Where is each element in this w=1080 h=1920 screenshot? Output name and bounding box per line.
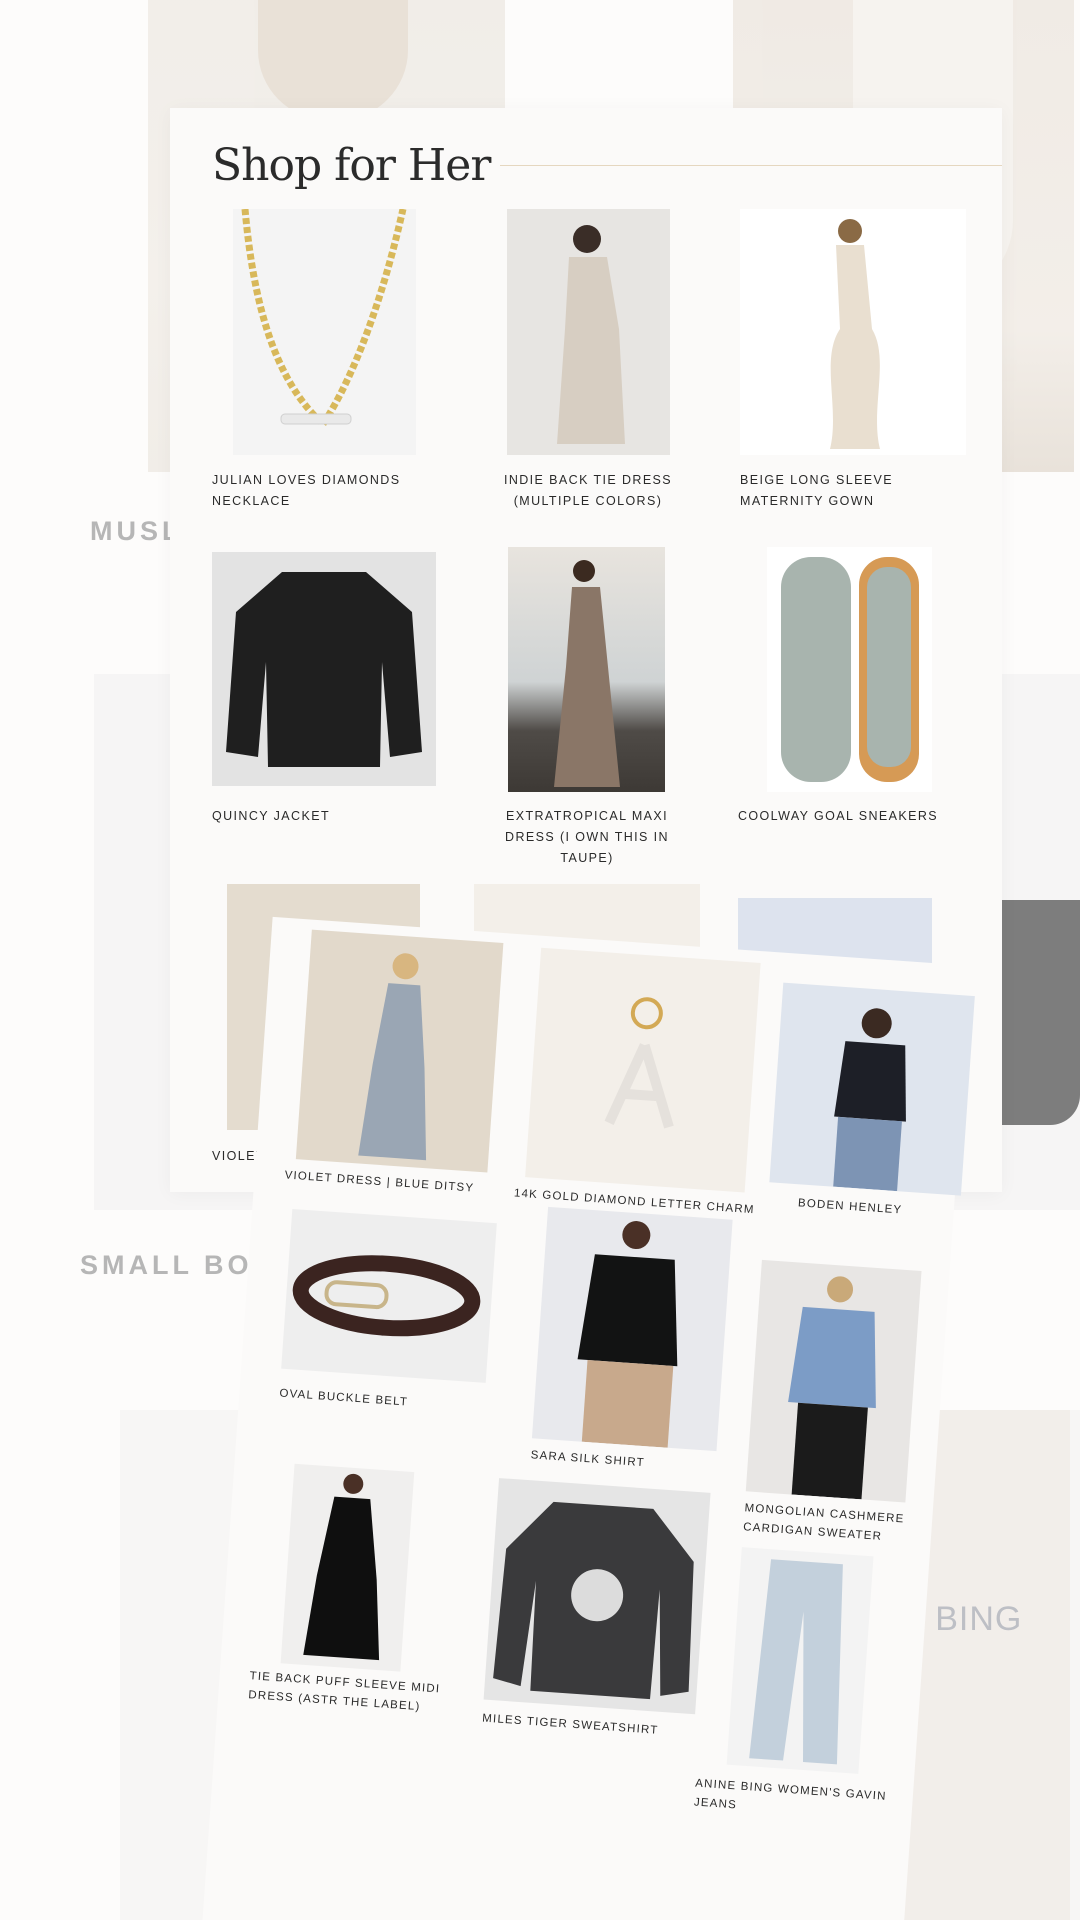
product-label[interactable]: QUINCY JACKET — [212, 806, 432, 827]
puff-sleeve-dress-image[interactable] — [280, 1463, 415, 1672]
violet-dress-ditsy-image[interactable] — [295, 929, 504, 1173]
title-divider — [500, 164, 1002, 166]
gavin-jeans-image[interactable] — [726, 1547, 874, 1774]
product-label-line-2[interactable]: JEANS — [693, 1793, 737, 1815]
denim-jacket-icon — [226, 572, 422, 767]
buckle-belt-icon — [292, 1255, 481, 1337]
jacket-image[interactable] — [212, 552, 436, 786]
jeans-icon — [749, 1559, 843, 1765]
woman-blue-dress-icon — [358, 953, 427, 1161]
woman-maxi-dress-icon — [554, 560, 620, 787]
page-title: Shop for Her — [212, 139, 491, 191]
woman-cardigan-icon — [788, 1276, 876, 1500]
woman-silk-shirt-icon — [577, 1221, 678, 1448]
tiger-sweatshirt-image[interactable] — [483, 1478, 711, 1715]
sneakers-image[interactable] — [767, 547, 932, 792]
product-label[interactable]: JULIAN LOVES DIAMONDS NECKLACE — [212, 470, 432, 512]
card-header: Shop for Her — [212, 130, 1002, 200]
maxi-dress-image[interactable] — [508, 547, 665, 792]
dress-image[interactable] — [507, 209, 670, 455]
gown-image[interactable] — [740, 209, 966, 455]
necklace-icon — [241, 209, 407, 430]
silk-shirt-image[interactable] — [531, 1206, 733, 1452]
product-label[interactable]: EXTRATROPICAL MAXI DRESS (I OWN THIS IN … — [482, 806, 692, 869]
product-label[interactable]: BEIGE LONG SLEEVE MATERNITY GOWN — [740, 470, 920, 512]
product-label[interactable]: INDIE BACK TIE DRESS (MULTIPLE COLORS) — [498, 470, 678, 512]
belt-image[interactable] — [281, 1208, 497, 1383]
woman-dress-icon — [557, 225, 625, 444]
background-photo-dark — [1002, 900, 1080, 1125]
overlay-collage: VIOLET DRESS | BLUE DITSY 14K GOLD DIAMO… — [102, 880, 993, 1920]
woman-black-dress-icon — [303, 1473, 380, 1661]
necklace-image[interactable] — [233, 209, 416, 455]
letter-charm-image[interactable] — [525, 947, 761, 1193]
woman-henley-icon — [833, 1008, 906, 1192]
background-section-heading: MUSL — [90, 516, 183, 546]
letter-charm-icon — [604, 997, 674, 1129]
sneakers-icon — [781, 557, 919, 782]
maternity-gown-icon — [830, 219, 880, 449]
cardigan-image[interactable] — [745, 1259, 922, 1503]
henley-image[interactable] — [769, 982, 975, 1196]
product-label[interactable]: COOLWAY GOAL SNEAKERS — [738, 806, 958, 827]
tiger-sweatshirt-icon — [493, 1501, 694, 1700]
